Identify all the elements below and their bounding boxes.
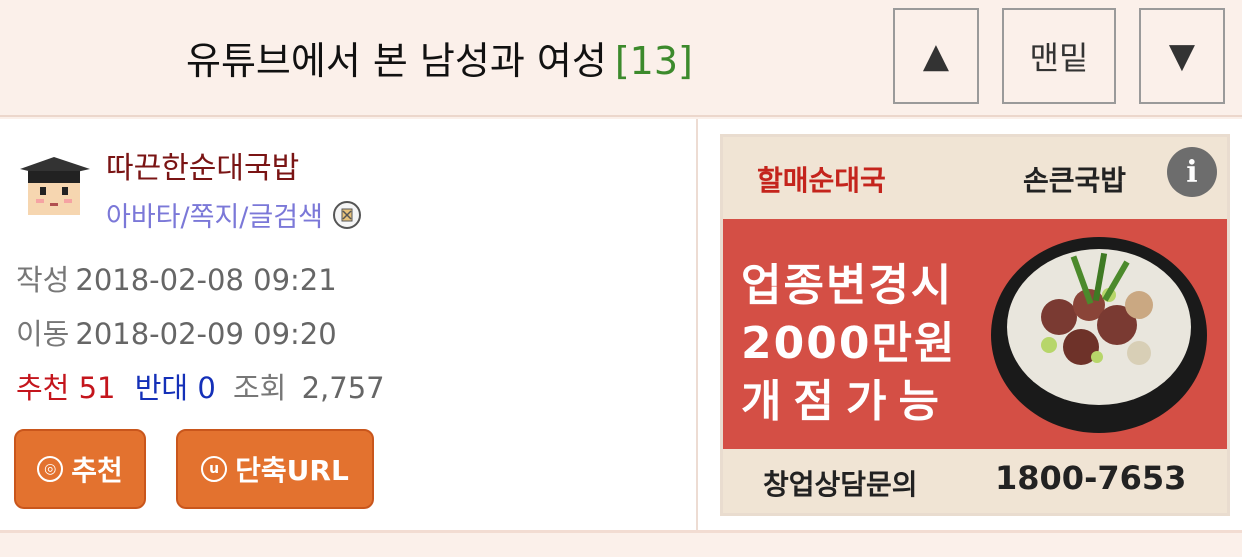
post-title: 유튜브에서 본 남성과 여성 [13] [186,30,693,85]
ad-headline-2: 2000만원 [741,318,957,369]
scroll-down-button[interactable]: ▼ [1139,8,1225,104]
post-header: 유튜브에서 본 남성과 여성 [13] ▲ 맨밑 ▼ [0,0,1242,117]
ad-banner[interactable]: 할매순대국 손큰국밥 i 업종변경시 2000만원 개점가능 창업상담문의 18… [720,134,1230,516]
author-name[interactable]: 따끈한순대국밥 [106,143,299,187]
scroll-bottom-button[interactable]: 맨밑 [1002,8,1116,104]
soup-bowl-image [991,237,1207,433]
post-title-text: 유튜브에서 본 남성과 여성 [186,39,607,83]
section-bottom-border [0,530,1242,533]
author-links-text[interactable]: 아바타/쪽지/글검색 [106,195,323,234]
ad-brand-primary: 할매순대국 [757,164,886,197]
recommend-button[interactable]: ◎ 추천 [14,429,146,509]
shorturl-circle-icon: u [201,456,228,482]
ad-headline-1: 업종변경시 [741,260,954,311]
scroll-top-button[interactable]: ▲ [893,8,979,104]
comment-count[interactable]: [13] [615,39,693,83]
views-count: 2,757 [301,371,385,405]
ad-cta-label: 창업상담문의 [763,468,918,501]
recommend-count: 51 [78,371,116,405]
member-badge-icon [332,200,361,229]
ad-headline-3: 개점가능 [741,376,951,427]
column-divider [696,119,698,530]
oppose-count: 0 [197,371,216,405]
ad-phone-number: 1800-7653 [995,459,1187,497]
moved-date: 이동 2018-02-09 09:20 [16,311,337,353]
avatar[interactable] [14,147,94,223]
ad-brand-secondary: 손큰국밥 [1023,164,1127,197]
post-stats: 추천 51 반대 0 조회 2,757 [16,365,385,407]
recommend-button-label: 추천 [71,454,123,487]
moved-label: 이동 [16,317,70,351]
moved-value: 2018-02-09 09:20 [75,317,337,351]
author-links: 아바타/쪽지/글검색 [106,195,361,234]
written-label: 작성 [16,263,70,297]
ad-info-icon[interactable]: i [1167,147,1217,197]
shorturl-button[interactable]: u 단축URL [176,429,374,509]
views-label: 조회 [232,371,287,405]
recommend-circle-icon: ◎ [37,456,64,482]
recommend-label: 추천 [16,371,70,405]
oppose-label: 반대 [134,371,189,405]
shorturl-button-label: 단축URL [235,454,349,487]
written-date: 작성 2018-02-08 09:21 [16,257,337,299]
written-value: 2018-02-08 09:21 [75,263,337,297]
